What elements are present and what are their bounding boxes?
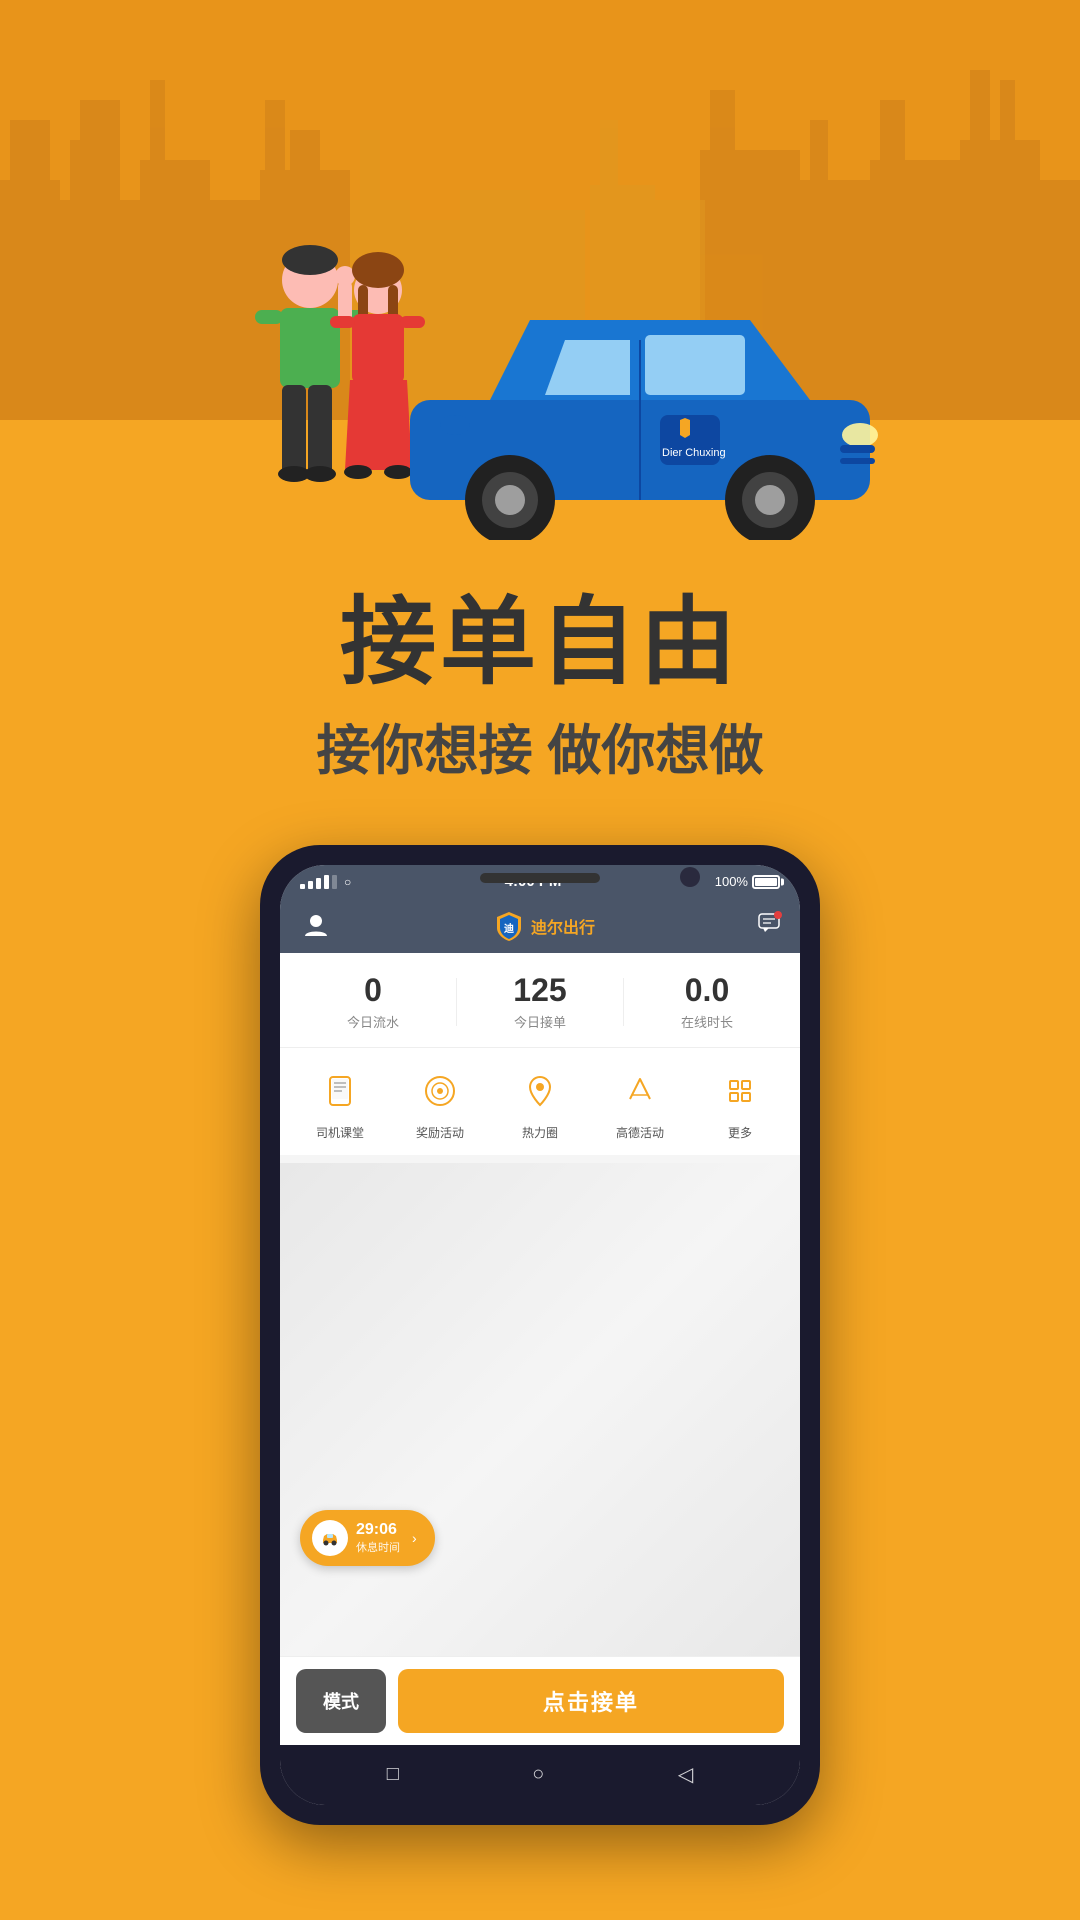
- battery-fill: [755, 878, 777, 886]
- avatar-icon[interactable]: [300, 910, 332, 942]
- accept-order-button[interactable]: 点击接单: [398, 1669, 784, 1733]
- heatmap-icon: [515, 1066, 565, 1116]
- stat-value-flow: 0: [290, 973, 456, 1008]
- message-icon[interactable]: [758, 913, 780, 939]
- map-area: 29:06 休息时间 ›: [280, 1163, 800, 1656]
- icon-driver-class[interactable]: 司机课堂: [300, 1066, 380, 1141]
- nav-back-button[interactable]: ◁: [678, 1762, 693, 1787]
- icon-rewards[interactable]: 奖励活动: [400, 1066, 480, 1141]
- logo-shield-icon: 迪: [495, 910, 523, 942]
- bottom-action-bar: 模式 点击接单: [280, 1656, 800, 1745]
- svg-text:Dier Chuxing: Dier Chuxing: [662, 447, 726, 459]
- text-section: 接单自由 接你想接 做你想做: [0, 580, 1080, 825]
- icon-label-heatmap: 热力圈: [522, 1124, 558, 1141]
- icon-more[interactable]: 更多: [700, 1066, 780, 1141]
- stat-value-time: 0.0: [624, 973, 790, 1008]
- android-nav-bar: □ ○ ◁: [280, 1745, 800, 1805]
- status-battery: 100%: [715, 874, 780, 889]
- stat-label-time: 在线时长: [624, 1012, 790, 1031]
- stat-label-orders: 今日接单: [457, 1012, 623, 1031]
- icon-label-driver-class: 司机课堂: [316, 1124, 364, 1141]
- signal-bar-1: [300, 884, 305, 889]
- signal-bar-3: [316, 878, 321, 889]
- icon-label-more: 更多: [728, 1124, 752, 1141]
- battery-icon: [752, 875, 780, 889]
- sub-title: 接你想接 做你想做: [0, 706, 1080, 785]
- break-badge[interactable]: 29:06 休息时间 ›: [300, 1510, 435, 1566]
- app-logo: 迪 迪尔出行: [495, 910, 595, 942]
- mode-button[interactable]: 模式: [296, 1669, 386, 1733]
- app-header: 迪 迪尔出行: [280, 899, 800, 953]
- map-placeholder: [280, 1163, 800, 1656]
- stat-label-flow: 今日流水: [290, 1012, 456, 1031]
- phone-screen: ○ 4:00 PM 100%: [280, 865, 800, 1805]
- break-label-text: 休息时间: [356, 1539, 400, 1555]
- phone-mockup-wrapper: ○ 4:00 PM 100%: [0, 845, 1080, 1825]
- stats-row: 0 今日流水 125 今日接单 0.0 在线时长: [280, 953, 800, 1048]
- icon-amap[interactable]: 高德活动: [600, 1066, 680, 1141]
- phone-outer: ○ 4:00 PM 100%: [260, 845, 820, 1825]
- signal-indicator: ○: [300, 875, 351, 889]
- carrier-text: ○: [344, 875, 351, 889]
- icon-grid: 司机课堂 奖励活动: [280, 1048, 800, 1163]
- icon-label-amap: 高德活动: [616, 1124, 664, 1141]
- signal-bar-4: [324, 875, 329, 889]
- nav-home-button[interactable]: ○: [532, 1763, 544, 1786]
- phone-speaker: [480, 873, 600, 883]
- phone-camera: [680, 867, 700, 887]
- message-badge: [774, 911, 782, 919]
- signal-bar-2: [308, 881, 313, 889]
- svg-text:迪: 迪: [504, 922, 514, 935]
- stat-value-orders: 125: [457, 973, 623, 1008]
- driver-class-icon: [315, 1066, 365, 1116]
- icon-label-rewards: 奖励活动: [416, 1124, 464, 1141]
- stat-daily-orders: 125 今日接单: [457, 973, 623, 1031]
- car-illustration: Dier Chuxing: [390, 260, 890, 560]
- more-icon: [715, 1066, 765, 1116]
- hero-illustration: Dier Chuxing: [190, 180, 890, 560]
- break-info: 29:06 休息时间: [356, 1521, 400, 1555]
- signal-bar-5: [332, 875, 337, 889]
- stat-daily-flow: 0 今日流水: [290, 973, 456, 1031]
- main-title: 接单自由: [0, 590, 1080, 696]
- break-time-value: 29:06: [356, 1521, 400, 1539]
- break-car-icon: [312, 1520, 348, 1556]
- hero-section: Dier Chuxing: [0, 0, 1080, 580]
- battery-percent: 100%: [715, 874, 748, 889]
- stat-online-time: 0.0 在线时长: [624, 973, 790, 1031]
- break-arrow-icon: ›: [412, 1530, 417, 1546]
- icon-heatmap[interactable]: 热力圈: [500, 1066, 580, 1141]
- rewards-icon: [415, 1066, 465, 1116]
- nav-recent-button[interactable]: □: [387, 1763, 399, 1786]
- logo-text: 迪尔出行: [531, 914, 595, 938]
- amap-icon: [615, 1066, 665, 1116]
